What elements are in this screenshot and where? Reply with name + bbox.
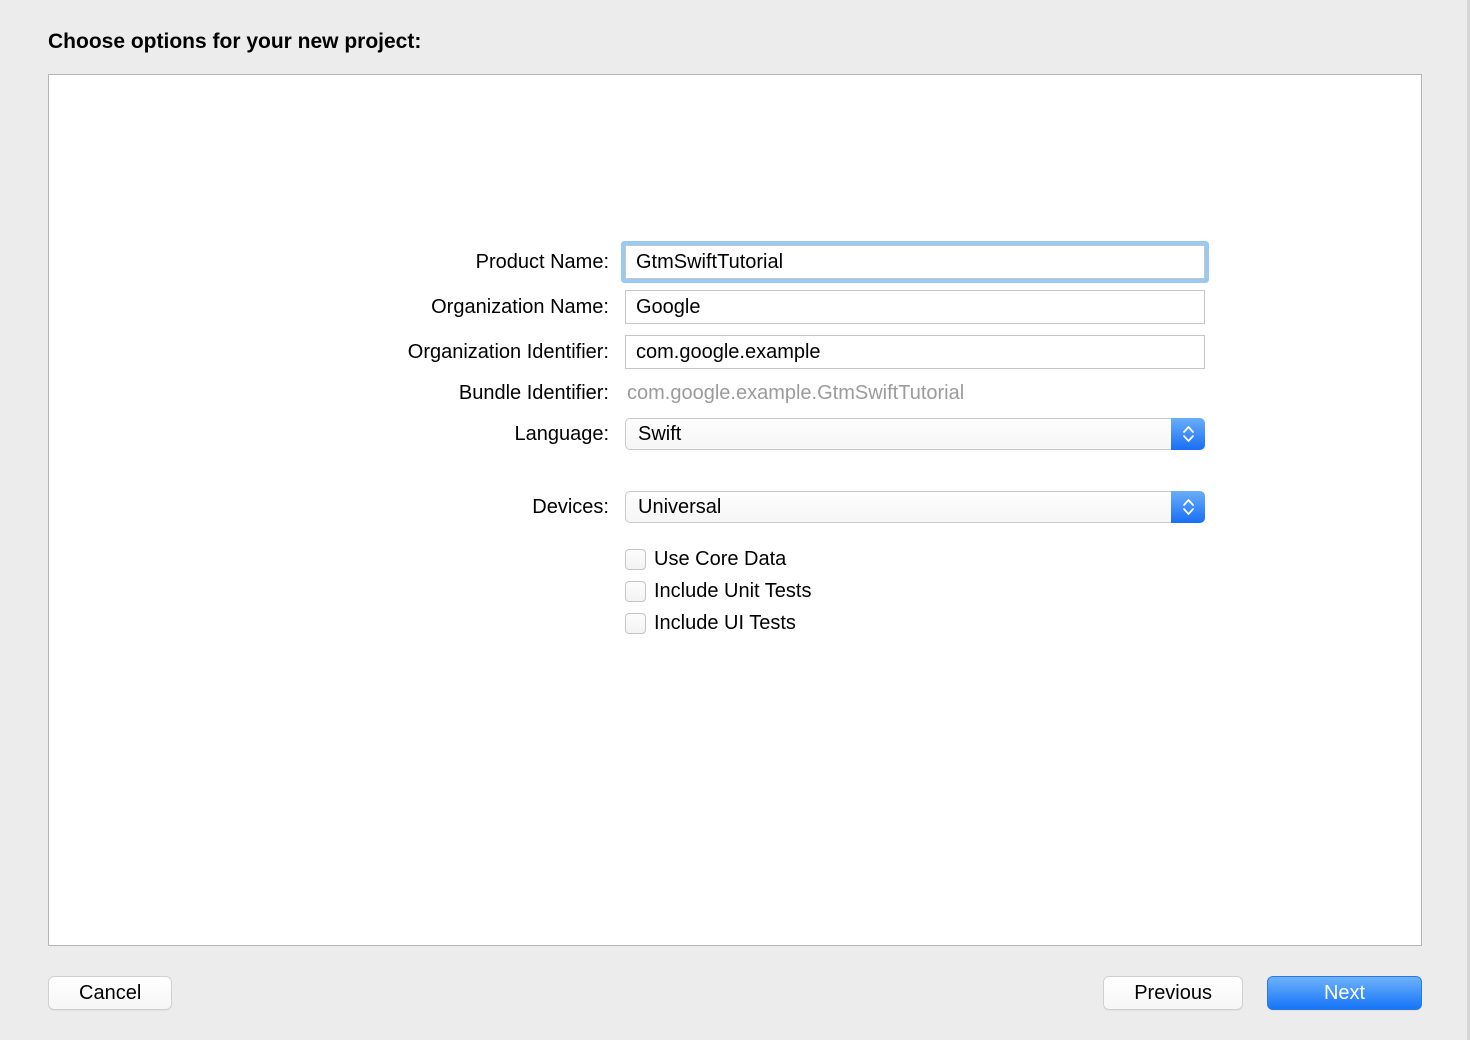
organization-identifier-input[interactable]	[625, 335, 1205, 369]
updown-arrow-icon	[1171, 491, 1205, 523]
organization-identifier-label: Organization Identifier:	[49, 341, 609, 364]
updown-arrow-icon	[1171, 418, 1205, 450]
bundle-identifier-value: com.google.example.GtmSwiftTutorial	[625, 380, 1205, 407]
next-button[interactable]: Next	[1267, 976, 1422, 1010]
include-ui-tests-checkbox[interactable]	[625, 613, 646, 634]
bundle-identifier-label: Bundle Identifier:	[49, 382, 609, 405]
form-grid: Product Name: Organization Name: Organiz…	[49, 245, 1421, 635]
use-core-data-checkbox[interactable]	[625, 549, 646, 570]
use-core-data-row: Use Core Data	[625, 548, 1205, 571]
language-select-value: Swift	[625, 418, 1171, 450]
include-unit-tests-label: Include Unit Tests	[654, 580, 812, 603]
include-ui-tests-label: Include UI Tests	[654, 612, 796, 635]
dialog-title: Choose options for your new project:	[48, 30, 1422, 54]
button-bar: Cancel Previous Next	[48, 946, 1422, 1010]
include-unit-tests-row: Include Unit Tests	[625, 580, 1205, 603]
organization-name-label: Organization Name:	[49, 296, 609, 319]
include-ui-tests-row: Include UI Tests	[625, 612, 1205, 635]
previous-button[interactable]: Previous	[1103, 976, 1243, 1010]
organization-name-input[interactable]	[625, 290, 1205, 324]
new-project-options-dialog: Choose options for your new project: Pro…	[0, 0, 1470, 1040]
language-select[interactable]: Swift	[625, 418, 1205, 450]
language-label: Language:	[49, 423, 609, 446]
use-core-data-label: Use Core Data	[654, 548, 786, 571]
devices-select[interactable]: Universal	[625, 491, 1205, 523]
product-name-input[interactable]	[625, 245, 1205, 279]
devices-label: Devices:	[49, 496, 609, 519]
form-panel: Product Name: Organization Name: Organiz…	[48, 74, 1422, 946]
checkbox-group: Use Core Data Include Unit Tests Include…	[625, 548, 1205, 635]
devices-select-value: Universal	[625, 491, 1171, 523]
cancel-button[interactable]: Cancel	[48, 976, 172, 1010]
product-name-label: Product Name:	[49, 251, 609, 274]
include-unit-tests-checkbox[interactable]	[625, 581, 646, 602]
